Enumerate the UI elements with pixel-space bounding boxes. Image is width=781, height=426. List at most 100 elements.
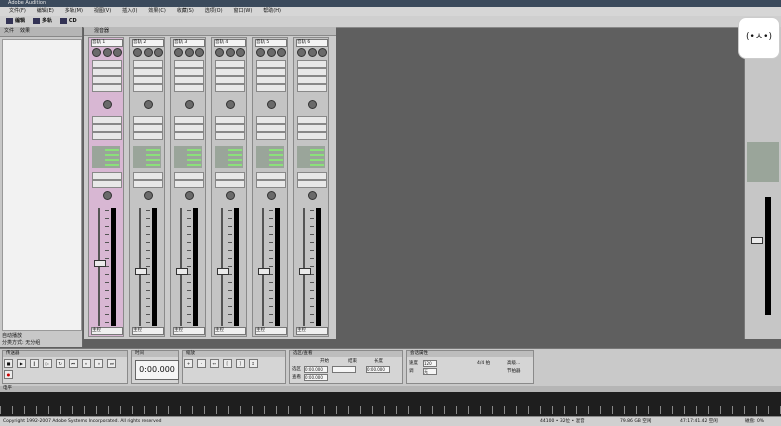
zoom-in-h-button[interactable]: + — [184, 359, 193, 368]
send-select[interactable] — [174, 180, 204, 188]
menu-insert[interactable]: 插入(I) — [122, 7, 137, 16]
time-signature[interactable]: 4/4 拍 — [477, 360, 490, 366]
metronome-button[interactable]: 节拍器 — [507, 368, 521, 374]
mute-icon[interactable] — [297, 48, 306, 57]
mixer-strip[interactable]: 音轨 2 主控 — [129, 37, 165, 337]
input-output-select[interactable] — [215, 84, 245, 92]
send-level-knob-icon[interactable] — [144, 191, 153, 200]
forward-button[interactable]: » — [94, 359, 104, 368]
track-name[interactable]: 音轨 5 — [255, 39, 287, 47]
zoom-full-button[interactable]: ↔ — [209, 359, 219, 368]
send-level-knob-icon[interactable] — [103, 191, 112, 200]
send-select[interactable] — [174, 172, 204, 180]
volume-fader-handle[interactable] — [94, 260, 106, 267]
record-arm-icon[interactable] — [154, 48, 163, 57]
edit-view-button[interactable]: 编辑 — [6, 16, 25, 27]
mixer-strip[interactable]: 音轨 1 主控 — [88, 37, 124, 337]
input-output-select[interactable] — [215, 76, 245, 84]
effects-slot[interactable] — [92, 124, 122, 132]
send-select[interactable] — [297, 180, 327, 188]
pan-knob-icon[interactable] — [226, 100, 235, 109]
input-output-select[interactable] — [297, 76, 327, 84]
mute-icon[interactable] — [174, 48, 183, 57]
solo-icon[interactable] — [103, 48, 112, 57]
effects-slot[interactable] — [215, 116, 245, 124]
mixer-strip[interactable]: 音轨 5 主控 — [252, 37, 288, 337]
mixer-strip[interactable]: 音轨 4 主控 — [211, 37, 247, 337]
solo-icon[interactable] — [185, 48, 194, 57]
input-output-select[interactable] — [215, 60, 245, 68]
input-output-select[interactable] — [92, 60, 122, 68]
zoom-in-v-button[interactable]: ↕ — [248, 359, 258, 368]
record-arm-icon[interactable] — [195, 48, 204, 57]
track-name[interactable]: 音轨 2 — [132, 39, 164, 47]
tempo-field[interactable]: 120 — [423, 360, 437, 367]
record-arm-icon[interactable] — [113, 48, 122, 57]
multitrack-view-button[interactable]: 多轨 — [32, 16, 52, 27]
effects-slot[interactable] — [174, 132, 204, 140]
send-select[interactable] — [92, 172, 122, 180]
cd-view-button[interactable]: CD — [59, 16, 77, 27]
effects-slot[interactable] — [174, 116, 204, 124]
send-select[interactable] — [297, 172, 327, 180]
input-output-select[interactable] — [92, 68, 122, 76]
pan-knob-icon[interactable] — [103, 100, 112, 109]
send-level-knob-icon[interactable] — [185, 191, 194, 200]
mute-icon[interactable] — [92, 48, 101, 57]
input-output-select[interactable] — [133, 60, 163, 68]
record-button[interactable]: ● — [4, 370, 13, 379]
input-output-select[interactable] — [174, 76, 204, 84]
record-arm-icon[interactable] — [318, 48, 327, 57]
input-output-select[interactable] — [92, 84, 122, 92]
key-select[interactable]: 无 — [423, 368, 437, 375]
effects-slot[interactable] — [215, 124, 245, 132]
input-output-select[interactable] — [133, 76, 163, 84]
output-bus-select[interactable]: 主控 — [132, 327, 164, 335]
solo-icon[interactable] — [226, 48, 235, 57]
input-output-select[interactable] — [92, 76, 122, 84]
volume-fader-handle[interactable] — [135, 268, 147, 275]
input-output-select[interactable] — [256, 76, 286, 84]
play-button[interactable]: ▶ — [16, 359, 26, 368]
record-arm-icon[interactable] — [236, 48, 245, 57]
selection-length-field[interactable]: 0:00.000 — [366, 366, 390, 373]
volume-fader-handle[interactable] — [299, 268, 311, 275]
mixer-tab[interactable]: 混音器 — [94, 28, 109, 34]
input-output-select[interactable] — [256, 60, 286, 68]
effects-slot[interactable] — [297, 132, 327, 140]
send-level-knob-icon[interactable] — [267, 191, 276, 200]
send-select[interactable] — [92, 180, 122, 188]
input-output-select[interactable] — [174, 68, 204, 76]
view-start-field[interactable]: 0:00.000 — [304, 374, 328, 381]
pan-knob-icon[interactable] — [267, 100, 276, 109]
rewind-button[interactable]: « — [81, 359, 91, 368]
pan-knob-icon[interactable] — [185, 100, 194, 109]
pause-button[interactable]: ‖ — [29, 359, 39, 368]
file-list[interactable] — [2, 39, 82, 331]
send-select[interactable] — [215, 180, 245, 188]
output-bus-select[interactable]: 主控 — [255, 327, 287, 335]
send-select[interactable] — [215, 172, 245, 180]
input-output-select[interactable] — [297, 84, 327, 92]
zoom-out-h-button[interactable]: - — [196, 359, 206, 368]
mute-icon[interactable] — [133, 48, 142, 57]
send-level-knob-icon[interactable] — [308, 191, 317, 200]
pan-knob-icon[interactable] — [308, 100, 317, 109]
stop-button[interactable]: ■ — [4, 359, 13, 368]
send-select[interactable] — [133, 180, 163, 188]
mixer-strip[interactable]: 音轨 6 主控 — [293, 37, 329, 337]
group-select[interactable]: 无分组 — [25, 340, 40, 346]
selection-end-field[interactable] — [332, 366, 356, 373]
menu-help[interactable]: 帮助(H) — [263, 7, 281, 16]
pan-knob-icon[interactable] — [144, 100, 153, 109]
zoom-right-button[interactable]: ] — [235, 359, 245, 368]
zoom-left-button[interactable]: [ — [222, 359, 232, 368]
send-level-knob-icon[interactable] — [226, 191, 235, 200]
record-arm-icon[interactable] — [277, 48, 286, 57]
input-output-select[interactable] — [297, 68, 327, 76]
send-select[interactable] — [256, 172, 286, 180]
effects-slot[interactable] — [133, 116, 163, 124]
effects-slot[interactable] — [174, 124, 204, 132]
master-volume-fader[interactable] — [751, 237, 763, 244]
mute-icon[interactable] — [256, 48, 265, 57]
